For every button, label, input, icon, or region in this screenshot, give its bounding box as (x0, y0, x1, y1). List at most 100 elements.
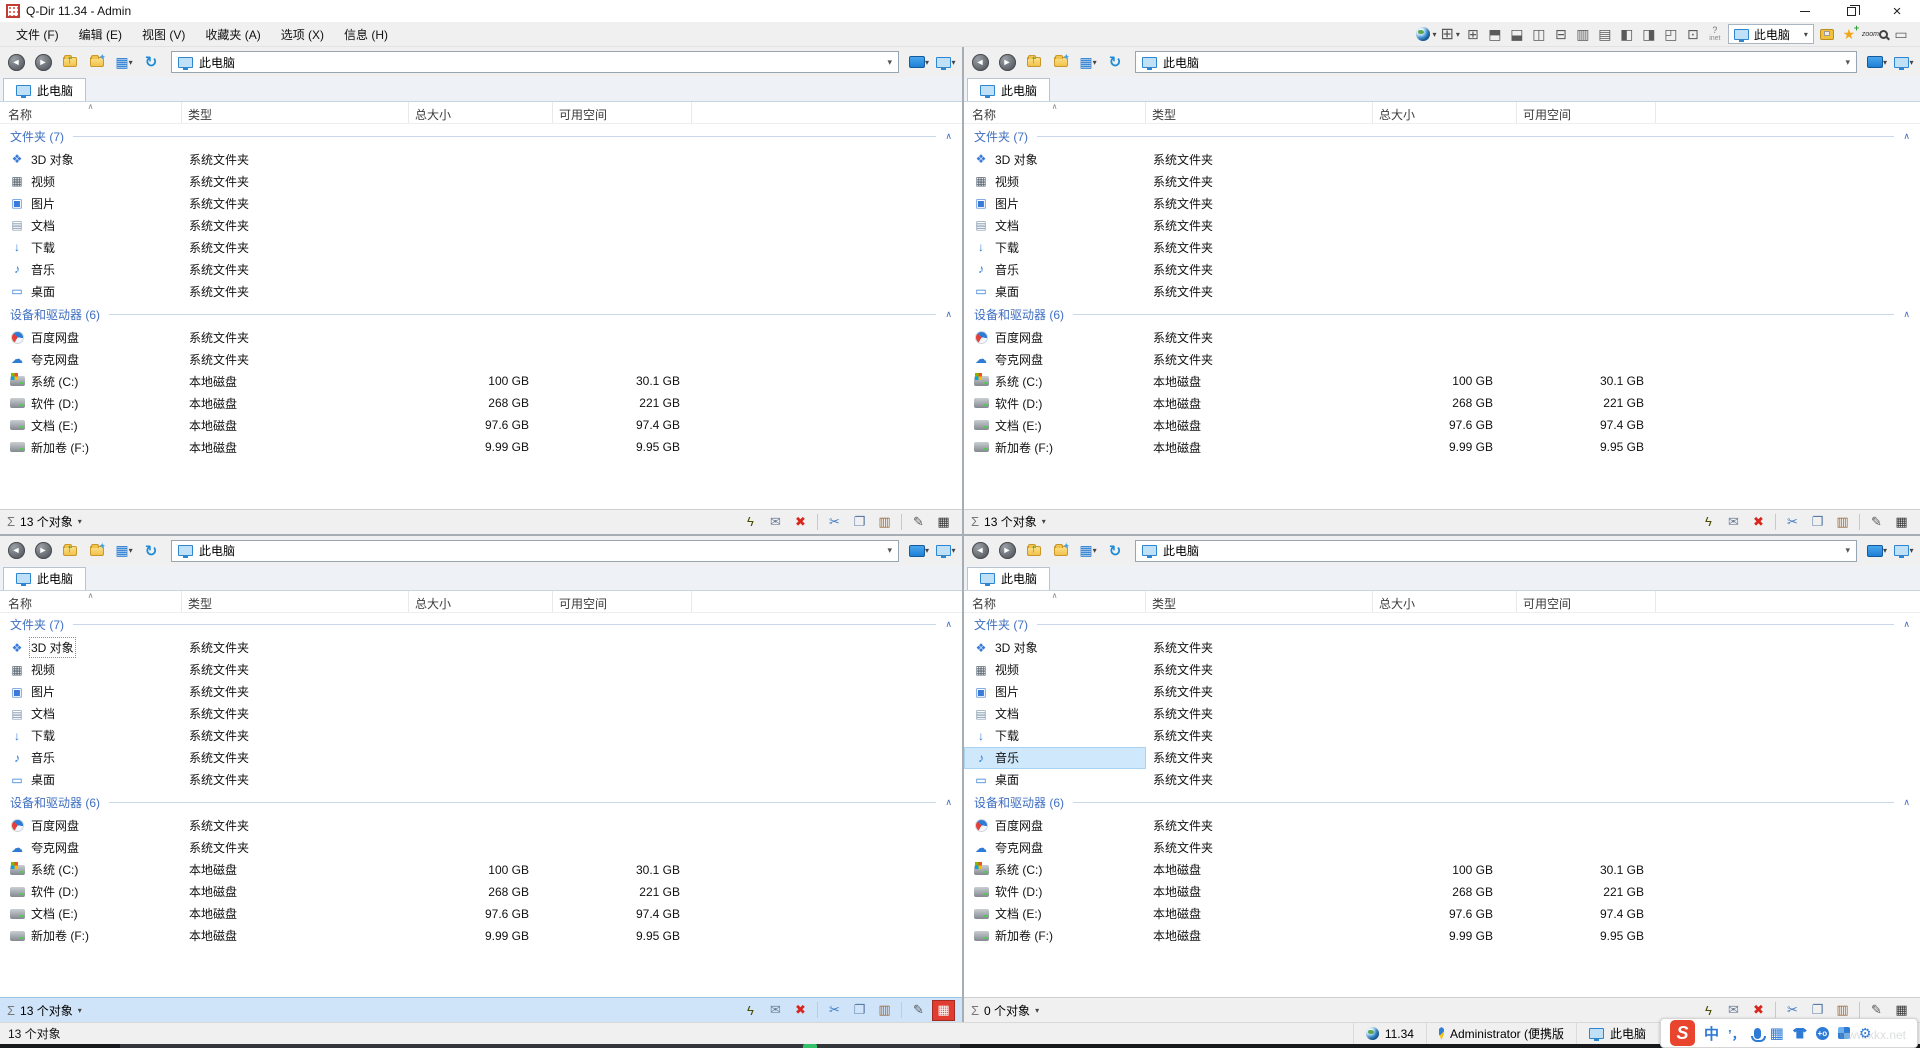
item-name-cell[interactable]: 软件 (D:) (964, 392, 1146, 414)
list-item[interactable]: 新加卷 (F:)本地磁盘9.99 GB9.95 GB (964, 436, 1920, 458)
tab-this-pc[interactable]: 此电脑 (3, 567, 86, 590)
column-header-3[interactable]: 可用空间 (553, 102, 692, 123)
list-item[interactable]: 文档 (E:)本地磁盘97.6 GB97.4 GB (964, 903, 1920, 925)
collapse-chevron-icon[interactable]: ∧ (945, 797, 952, 808)
layout-preset-one-left-two-right-button[interactable]: ◰ (1662, 24, 1680, 44)
list-item[interactable]: ♪音乐系统文件夹 (964, 258, 1920, 280)
list-item[interactable]: ▤文档系统文件夹 (0, 214, 962, 236)
group-header[interactable]: 文件夹 (7)∧ (964, 613, 1920, 637)
close-tab-button[interactable]: ✖ (789, 511, 812, 532)
group-header[interactable]: 文件夹 (7)∧ (964, 124, 1920, 148)
address-dropdown-icon[interactable]: ▾ (1845, 57, 1850, 68)
list-item[interactable]: 文档 (E:)本地磁盘97.6 GB97.4 GB (0, 414, 962, 436)
save-button[interactable] (1818, 24, 1836, 44)
address-dropdown-icon[interactable]: ▾ (887, 57, 892, 68)
list-item[interactable]: 百度网盘系统文件夹 (0, 326, 962, 348)
list-item[interactable]: 系统 (C:)本地磁盘100 GB30.1 GB (0, 370, 962, 392)
grid-view-button[interactable]: ▦ (932, 511, 955, 532)
close-tab-button[interactable]: ✖ (789, 1000, 812, 1021)
list-item[interactable]: ▭桌面系统文件夹 (0, 769, 962, 791)
list-item[interactable]: ☁夸克网盘系统文件夹 (964, 837, 1920, 859)
ime-language-toggle[interactable]: 中 (1704, 1023, 1719, 1044)
item-name-cell[interactable]: 百度网盘 (0, 326, 182, 348)
desktop-dropdown-button[interactable]: ▾ (1892, 539, 1916, 563)
panel-toggle-button[interactable]: ▭ (1892, 24, 1910, 44)
group-header[interactable]: 文件夹 (7)∧ (0, 613, 962, 637)
layout-preset-two-rows-button[interactable]: ⊟ (1552, 24, 1570, 44)
back-button[interactable]: ◄ (968, 50, 992, 74)
list-item[interactable]: 系统 (C:)本地磁盘100 GB30.1 GB (964, 859, 1920, 881)
layout-preset-right-pane-button[interactable]: ◨ (1640, 24, 1658, 44)
rename-button[interactable]: ✎ (907, 511, 930, 532)
item-name-cell[interactable]: ▭桌面 (0, 769, 182, 791)
list-item[interactable]: ▦视频系统文件夹 (0, 170, 962, 192)
list-item[interactable]: 系统 (C:)本地磁盘100 GB30.1 GB (0, 859, 962, 881)
item-name-cell[interactable]: 新加卷 (F:) (0, 925, 182, 947)
item-name-cell[interactable]: ▭桌面 (0, 280, 182, 302)
status-version-section[interactable]: 11.34 (1353, 1023, 1426, 1044)
close-button[interactable]: × (1874, 0, 1920, 22)
item-name-cell[interactable]: ▤文档 (964, 214, 1146, 236)
layout-preset-single-button[interactable]: ⊡ (1684, 24, 1702, 44)
folder-up-button[interactable] (58, 539, 82, 563)
list-item[interactable]: ↓下载系统文件夹 (0, 236, 962, 258)
item-name-cell[interactable]: 文档 (E:) (964, 414, 1146, 436)
view-mode-button[interactable]: ▦▾ (1076, 50, 1100, 74)
item-name-cell[interactable]: ❖3D 对象 (964, 148, 1146, 170)
refresh-button[interactable]: ↻ (139, 50, 163, 74)
ime-voice-button[interactable] (1754, 1028, 1761, 1039)
column-header-1[interactable]: 类型 (182, 102, 409, 123)
item-name-cell[interactable]: ▦视频 (964, 170, 1146, 192)
list-item[interactable]: ☁夸克网盘系统文件夹 (0, 348, 962, 370)
status-user-section[interactable]: Administrator (便携版 (1426, 1023, 1576, 1044)
column-header-0[interactable]: 名称∧ (0, 102, 182, 123)
list-item[interactable]: ♪音乐系统文件夹 (0, 747, 962, 769)
add-favorite-button[interactable]: ★+ (1840, 24, 1858, 44)
back-button[interactable]: ◄ (4, 539, 28, 563)
item-name-cell[interactable]: ▦视频 (964, 659, 1146, 681)
paste-button[interactable]: ▥ (1831, 511, 1854, 532)
address-dropdown-icon[interactable]: ▾ (1845, 545, 1850, 556)
send-mail-button[interactable]: ✉ (764, 511, 787, 532)
item-name-cell[interactable]: 系统 (C:) (0, 370, 182, 392)
ime-emoji-button[interactable]: +o (1816, 1027, 1829, 1040)
address-dropdown-icon[interactable]: ▾ (887, 545, 892, 556)
chevron-down-icon[interactable]: ▾ (78, 1006, 82, 1015)
item-name-cell[interactable]: 百度网盘 (964, 326, 1146, 348)
column-header-2[interactable]: 总大小 (1373, 102, 1517, 123)
item-name-cell[interactable]: ☁夸克网盘 (964, 837, 1146, 859)
list-item[interactable]: ▦视频系统文件夹 (964, 170, 1920, 192)
item-name-cell[interactable]: ♪音乐 (0, 747, 182, 769)
column-header-1[interactable]: 类型 (1146, 591, 1373, 612)
list-item[interactable]: ▣图片系统文件夹 (964, 681, 1920, 703)
chevron-down-icon[interactable]: ▾ (1042, 517, 1046, 526)
desktop-dropdown-button[interactable]: ▾ (934, 50, 958, 74)
cut-button[interactable]: ✂ (1781, 511, 1804, 532)
item-name-cell[interactable]: ♪音乐 (0, 258, 182, 280)
list-item[interactable]: ☁夸克网盘系统文件夹 (964, 348, 1920, 370)
item-name-cell[interactable]: ▤文档 (0, 703, 182, 725)
column-header-3[interactable]: 可用空间 (1517, 591, 1656, 612)
zoom-button[interactable]: zoom (1862, 24, 1888, 44)
grid-view-button[interactable]: ▦ (932, 1000, 955, 1021)
item-name-cell[interactable]: ❖3D 对象 (0, 637, 182, 659)
windows-taskbar[interactable] (0, 1044, 1920, 1048)
column-header-2[interactable]: 总大小 (409, 102, 553, 123)
collapse-chevron-icon[interactable]: ∧ (1903, 619, 1910, 630)
refresh-button[interactable]: ↻ (139, 539, 163, 563)
quick-location-combo[interactable]: 此电脑 ▾ (1728, 24, 1814, 44)
item-name-cell[interactable]: ↓下载 (964, 236, 1146, 258)
send-mail-button[interactable]: ✉ (764, 1000, 787, 1021)
item-name-cell[interactable]: 新加卷 (F:) (964, 436, 1146, 458)
view-mode-button[interactable]: ▦▾ (112, 539, 136, 563)
item-name-cell[interactable]: ♪音乐 (964, 258, 1146, 280)
item-name-cell[interactable]: ▦视频 (0, 170, 182, 192)
item-name-cell[interactable]: 文档 (E:) (0, 414, 182, 436)
tab-this-pc[interactable]: 此电脑 (967, 78, 1050, 101)
collapse-chevron-icon[interactable]: ∧ (945, 619, 952, 630)
item-name-cell[interactable]: ▤文档 (964, 703, 1146, 725)
list-item[interactable]: 新加卷 (F:)本地磁盘9.99 GB9.95 GB (0, 925, 962, 947)
menu-1[interactable]: 编辑 (E) (69, 23, 132, 46)
pane-object-count[interactable]: 13 个对象 (20, 1002, 73, 1019)
menu-5[interactable]: 信息 (H) (334, 23, 398, 46)
